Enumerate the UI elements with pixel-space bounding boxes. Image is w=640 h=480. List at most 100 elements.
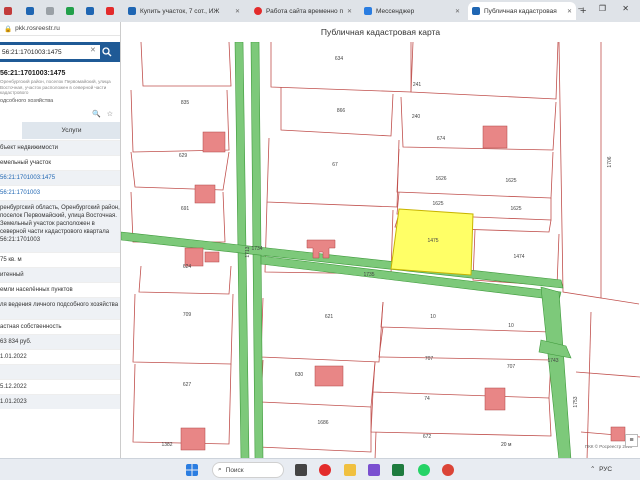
parcel-label: 866 xyxy=(337,108,346,114)
parcel-label: 691 xyxy=(181,206,190,212)
parcel-label: 634 xyxy=(335,56,344,62)
parcel-label: 1734 xyxy=(251,246,262,252)
parcel-label: 1625 xyxy=(432,201,443,207)
parcel-label: 240 xyxy=(412,114,421,120)
attribute-row[interactable]: 56:21:1701003 xyxy=(0,185,120,200)
chrome-icon[interactable] xyxy=(442,464,454,476)
browser-tab[interactable] xyxy=(22,2,42,20)
attribute-row: итенный xyxy=(0,267,120,282)
yandex-browser-icon[interactable] xyxy=(319,464,331,476)
parcel-label: 10 xyxy=(508,323,514,329)
tab-favicon-icon xyxy=(128,7,136,15)
legend-button[interactable]: ≡ xyxy=(625,434,638,447)
parcel-label: 672 xyxy=(423,434,432,440)
tab-info[interactable] xyxy=(0,122,22,139)
zoom-to-object-icon[interactable]: 🔍 xyxy=(92,110,101,118)
panel-tabs: Услуги xyxy=(0,122,120,139)
parcel-label: 707 xyxy=(425,356,434,362)
attribute-value: емельный участок xyxy=(0,160,51,166)
browser-tab-strip: Купить участок, 7 сот., ИЖ ✕ Работа сайт… xyxy=(0,0,640,22)
parcel-label: 1686 xyxy=(317,420,328,426)
object-usage: одсобного хозяйства xyxy=(0,98,54,104)
parcel-label: 1743 xyxy=(547,358,558,364)
attribute-value: итенный xyxy=(0,272,24,278)
attribute-row: 75 кв. м xyxy=(0,252,120,267)
info-panel: 🔒 pkk.rosreestr.ru ✕ 56:21:1701003:1475 … xyxy=(0,22,121,460)
attribute-row[interactable]: 56:21:1701003:1475 xyxy=(0,170,120,185)
browser-tab[interactable] xyxy=(62,2,82,20)
tab-favicon-icon xyxy=(4,7,12,15)
page-title: Публичная кадастровая карта xyxy=(121,22,640,42)
address-bar[interactable]: 🔒 pkk.rosreestr.ru xyxy=(0,22,120,36)
tab-favicon-icon xyxy=(26,7,34,15)
attribute-value: 1.01.2022 xyxy=(0,354,27,360)
search-bar: ✕ xyxy=(0,42,120,62)
clear-search-icon[interactable]: ✕ xyxy=(90,46,96,54)
attribute-value: 75 кв. м xyxy=(0,257,22,263)
parcel-label: 1735 xyxy=(363,272,374,278)
language-indicator[interactable]: РУС xyxy=(599,466,612,473)
browser-tab[interactable] xyxy=(102,2,122,20)
attribute-row: 5.12.2022 xyxy=(0,379,120,394)
object-description: Оренбургский район, поселок Первомайский… xyxy=(0,79,111,95)
parcel-label: 629 xyxy=(179,153,188,159)
window-controls[interactable]: – ❐ ✕ xyxy=(578,4,636,13)
browser-tab[interactable]: Мессенджер ✕ xyxy=(360,2,464,20)
attribute-row: емельный участок xyxy=(0,155,120,170)
taskbar-search[interactable]: ⌕ Поиск xyxy=(212,462,284,478)
browser-tab[interactable]: Работа сайта временно п ✕ xyxy=(250,2,354,20)
map-canvas[interactable]: 634 241 835 866 240 674 629 67 1626 1625… xyxy=(121,42,640,460)
tab-close-icon[interactable]: ✕ xyxy=(455,8,460,15)
tab-close-icon[interactable]: ✕ xyxy=(567,8,572,15)
excel-icon[interactable] xyxy=(392,464,404,476)
attribute-link[interactable]: 56:21:1701003 xyxy=(0,190,40,196)
windows-start-icon[interactable] xyxy=(186,464,198,476)
attribute-value: бъект недвижимости xyxy=(0,145,58,151)
attribute-row: 1.01.2022 xyxy=(0,349,120,364)
attribute-link[interactable]: 56:21:1701003:1475 xyxy=(0,175,55,181)
browser-tab[interactable] xyxy=(0,2,22,20)
parcel-label: 1382 xyxy=(161,442,172,448)
attribute-value: 63 834 руб. xyxy=(0,339,32,345)
cadastral-map[interactable]: Публичная кадастровая карта 634 241 835 … xyxy=(121,22,640,460)
whatsapp-icon[interactable] xyxy=(418,464,430,476)
parcel-label: 1474 xyxy=(513,254,524,260)
tab-title: Купить участок, 7 сот., ИЖ xyxy=(140,7,220,15)
lock-icon: 🔒 xyxy=(4,25,13,33)
parcel-label: 1625 xyxy=(510,206,521,212)
yandex-favicon-icon xyxy=(254,7,262,15)
parcel-label: 621 xyxy=(325,314,334,320)
tab-favicon-icon xyxy=(46,7,54,15)
parcel-label: 1626 xyxy=(435,176,446,182)
messenger-favicon-icon xyxy=(364,7,372,15)
search-input[interactable] xyxy=(0,45,100,59)
tab-favicon-icon xyxy=(106,7,114,15)
browser-tab[interactable] xyxy=(82,2,102,20)
tray-overflow-icon[interactable]: ⌃ xyxy=(590,466,595,473)
tab-close-icon[interactable]: ✕ xyxy=(347,8,352,15)
parcel-label: 627 xyxy=(183,382,192,388)
tab-close-icon[interactable]: ✕ xyxy=(235,8,240,15)
attribute-value: ренбургский область, Оренбургский район,… xyxy=(0,205,120,243)
attribute-row: 63 834 руб. xyxy=(0,334,120,349)
search-icon: ⌕ xyxy=(218,466,222,473)
file-explorer-icon[interactable] xyxy=(344,464,356,476)
attribute-row: астная собственность xyxy=(0,319,120,334)
browser-tab-active[interactable]: Публичная кадастровая ✕ xyxy=(468,2,576,20)
browser-tab[interactable] xyxy=(42,2,62,20)
rosreestr-favicon-icon xyxy=(472,7,480,15)
browser-tab[interactable]: Купить участок, 7 сот., ИЖ ✕ xyxy=(124,2,244,20)
tab-favicon-icon xyxy=(66,7,74,15)
attribute-row: ля ведения личного подсобного хозяйства xyxy=(0,297,120,319)
search-icon[interactable] xyxy=(102,47,112,57)
tab-title: Работа сайта временно п xyxy=(266,7,343,15)
attribute-value: астная собственность xyxy=(0,324,62,330)
visual-studio-icon[interactable] xyxy=(368,464,380,476)
task-view-icon[interactable] xyxy=(295,464,307,476)
parcel-label: 1706 xyxy=(607,156,613,167)
tab-services[interactable]: Услуги xyxy=(22,122,120,139)
system-tray: ⌃ РУС xyxy=(590,465,612,473)
favorite-star-icon[interactable]: ☆ xyxy=(107,110,113,118)
attribute-value: ля ведения личного подсобного хозяйства xyxy=(0,302,119,308)
parcel-label: 624 xyxy=(183,264,192,270)
